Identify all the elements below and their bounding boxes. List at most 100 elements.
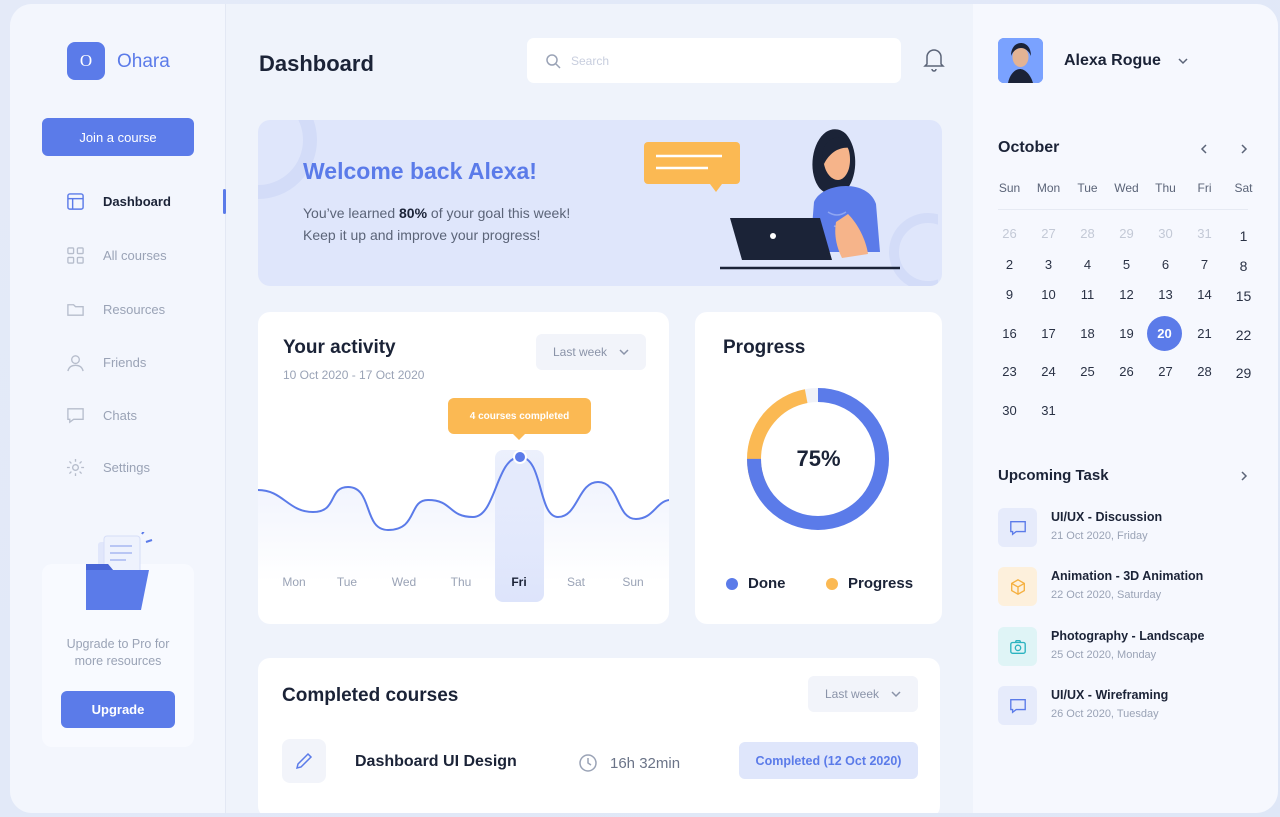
clock-icon [579,754,597,772]
calendar-day[interactable]: 15 [1224,288,1263,304]
day-label: Thu [450,575,472,589]
calendar-day[interactable]: 27 [1029,226,1068,241]
sidebar-item-label: All courses [103,247,167,263]
chevron-left-icon[interactable] [1197,142,1211,156]
sidebar-item-friends[interactable]: Friends [66,351,146,373]
search-placeholder: Search [571,53,610,68]
calendar-day[interactable]: 18 [1068,326,1107,341]
task-title: Photography - Landscape [1051,629,1205,643]
sidebar-item-settings[interactable]: Settings [66,456,150,478]
legend-done-label: Done [748,575,786,592]
welcome-line-2: Keep it up and improve your progress! [303,227,541,243]
search-input[interactable]: Search [527,38,901,83]
chevron-right-icon[interactable] [1237,142,1251,156]
upgrade-button[interactable]: Upgrade [61,691,175,728]
calendar-day[interactable]: 7 [1185,257,1224,272]
activity-title: Your activity [283,337,396,358]
weekday-label: Tue [1077,181,1098,195]
progress-percent: 75% [796,446,841,471]
calendar-day[interactable]: 24 [1029,364,1068,379]
calendar-day[interactable]: 9 [990,287,1029,302]
weekday-label: Sun [998,181,1021,195]
task-item[interactable]: Photography - Landscape 25 Oct 2020, Mon… [998,627,1258,671]
page-title: Dashboard [259,51,374,76]
calendar-day[interactable]: 26 [990,226,1029,241]
calendar-day[interactable]: 1 [1224,228,1263,244]
sidebar-item-label: Dashboard [103,193,171,209]
calendar-day[interactable]: 13 [1146,287,1185,302]
chevron-down-icon[interactable] [1176,54,1190,68]
calendar-day[interactable]: 29 [1107,226,1146,241]
welcome-subtitle: You’ve learned 80% of your goal this wee… [303,202,570,246]
folder-illustration [86,532,153,610]
calendar-day[interactable]: 27 [1146,364,1185,379]
calendar-day[interactable]: 4 [1068,257,1107,272]
cube-icon [1010,578,1025,595]
calendar-day[interactable]: 16 [990,326,1029,341]
sidebar: O Ohara Join a course Dashboard All cour… [10,4,226,813]
calendar-month: October [998,139,1060,156]
main-content: Dashboard Search Welcome back Alexa! You… [226,4,973,813]
calendar-day[interactable]: 28 [1068,226,1107,241]
sidebar-item-dashboard[interactable]: Dashboard [66,190,171,212]
task-title: Animation - 3D Animation [1051,569,1204,583]
activity-date-range: 10 Oct 2020 - 17 Oct 2020 [283,368,425,382]
calendar-day[interactable]: 17 [1029,326,1068,341]
user-name[interactable]: Alexa Rogue [1064,52,1161,70]
calendar-day[interactable]: 28 [1185,364,1224,379]
completed-filter-dropdown[interactable]: Last week [808,676,918,712]
course-icon [282,739,326,783]
course-name[interactable]: Dashboard UI Design [355,753,517,771]
sidebar-item-chats[interactable]: Chats [66,404,137,426]
calendar-day[interactable]: 26 [1107,364,1146,379]
calendar-day[interactable]: 19 [1107,326,1146,341]
avatar[interactable] [998,38,1043,83]
bell-icon[interactable] [923,46,945,72]
course-duration-value: 16h 32min [610,754,681,772]
completed-courses-card: Completed courses Last week Dashboard UI… [258,658,940,813]
calendar-day[interactable]: 30 [1146,226,1185,241]
upgrade-text: Upgrade to Pro for more resources [66,637,170,668]
task-item[interactable]: UI/UX - Wireframing 26 Oct 2020, Tuesday [998,686,1258,730]
calendar-day-today[interactable]: 20 [1145,326,1184,341]
welcome-line-pre: You’ve learned [303,205,400,221]
calendar-day[interactable]: 5 [1107,257,1146,272]
student-illustration [644,129,938,286]
calendar-day[interactable]: 2 [990,257,1029,272]
calendar-day[interactable]: 31 [1029,403,1068,418]
calendar-day[interactable]: 14 [1185,287,1224,302]
activity-filter-dropdown[interactable]: Last week [536,334,646,370]
day-label-selected[interactable]: Fri [499,575,539,589]
chevron-down-icon [891,691,901,698]
day-label: Sat [566,575,585,589]
calendar-day[interactable]: 22 [1224,327,1263,343]
progress-card: Progress 75% Done Progress [695,312,942,624]
calendar-day[interactable]: 31 [1185,226,1224,241]
calendar-day[interactable]: 29 [1224,365,1263,381]
welcome-title: Welcome back Alexa! [303,158,537,184]
calendar-day[interactable]: 23 [990,364,1029,379]
grid-icon [67,246,84,264]
sidebar-item-all-courses[interactable]: All courses [66,244,167,266]
join-course-button[interactable]: Join a course [42,118,194,156]
calendar-day[interactable]: 25 [1068,364,1107,379]
task-item[interactable]: UI/UX - Discussion 21 Oct 2020, Friday [998,508,1258,552]
folder-icon [67,303,84,316]
task-date: 26 Oct 2020, Tuesday [1051,708,1159,720]
goal-percent: 80% [399,205,428,221]
calendar-day[interactable]: 21 [1185,326,1224,341]
activity-tooltip: 4 courses completed [448,398,591,440]
calendar-day[interactable]: 12 [1107,287,1146,302]
calendar-day[interactable]: 3 [1029,257,1068,272]
sidebar-item-resources[interactable]: Resources [66,298,165,320]
task-item[interactable]: Animation - 3D Animation 22 Oct 2020, Sa… [998,567,1258,611]
task-icon-box [998,508,1037,547]
calendar-day[interactable]: 30 [990,403,1029,418]
chat-icon [1009,520,1026,536]
calendar-day[interactable]: 11 [1068,287,1107,302]
calendar-day[interactable]: 10 [1029,287,1068,302]
calendar-day[interactable]: 8 [1224,258,1263,274]
chevron-right-icon[interactable] [1237,469,1251,483]
calendar-day[interactable]: 6 [1146,257,1185,272]
task-date: 21 Oct 2020, Friday [1051,530,1148,542]
